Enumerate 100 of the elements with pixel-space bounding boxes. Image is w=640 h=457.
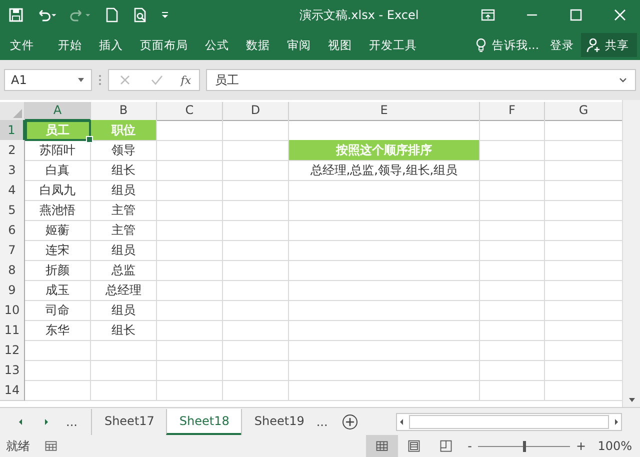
table-cell: 总经理 (91, 280, 157, 301)
row-header[interactable]: 14 (0, 380, 25, 401)
scrollbar-thumb[interactable] (408, 414, 609, 428)
add-sheet-icon[interactable] (342, 414, 358, 430)
page-break-icon (438, 439, 453, 453)
tell-me-field[interactable]: 告诉我... (492, 38, 539, 52)
column-header[interactable]: C (157, 102, 223, 121)
table-cell (480, 120, 545, 141)
close-icon[interactable] (612, 7, 628, 23)
column-header[interactable]: D (223, 102, 289, 121)
customize-icon[interactable] (160, 10, 170, 20)
ribbon-tab[interactable]: 开始 (58, 38, 82, 52)
print-preview-icon[interactable] (132, 7, 148, 23)
share-button[interactable]: 共享 (581, 33, 637, 57)
row-header[interactable]: 12 (0, 340, 25, 361)
page-icon (406, 439, 421, 453)
column-header[interactable]: E (289, 102, 480, 121)
table-cell: 组长 (91, 320, 157, 341)
ribbon-tab[interactable]: 公式 (205, 38, 229, 52)
row-header[interactable]: 6 (0, 220, 25, 241)
table-cell (25, 340, 91, 361)
new-document-icon[interactable] (104, 7, 120, 23)
table-cell (480, 180, 545, 201)
redo-icon[interactable] (70, 7, 92, 23)
status-text: 就绪 (6, 438, 31, 454)
zoom-slider-thumb[interactable] (522, 440, 526, 452)
zoom-level[interactable]: 100% (592, 439, 632, 453)
table-cell (157, 180, 223, 201)
maximize-icon[interactable] (568, 7, 584, 23)
sign-in-link[interactable]: 登录 (550, 38, 574, 52)
ribbon-tab[interactable]: 文件 (10, 38, 34, 52)
row-header[interactable]: 10 (0, 300, 25, 321)
table-cell: 总经理,总监,领导,组长,组员 (289, 160, 480, 181)
table-cell (480, 240, 545, 261)
table-cell (480, 380, 545, 401)
row-header[interactable]: 4 (0, 180, 25, 201)
person-add-icon (586, 37, 602, 53)
table-cell (480, 280, 545, 301)
table-cell (223, 300, 289, 321)
more-sheets-button[interactable]: ... (316, 414, 328, 428)
table-cell (480, 360, 545, 381)
column-header[interactable]: B (91, 102, 157, 121)
table-cell: 总监 (91, 260, 157, 281)
row-header[interactable]: 9 (0, 280, 25, 301)
zoom-out-button[interactable]: - (468, 439, 472, 453)
table-cell (91, 380, 157, 401)
table-cell (25, 380, 91, 401)
ribbon-tab[interactable]: 开发工具 (369, 38, 417, 52)
table-cell (223, 260, 289, 281)
row-header[interactable]: 2 (0, 140, 25, 161)
table-cell (91, 340, 157, 361)
grip-icon (98, 73, 102, 87)
ribbon-tab[interactable]: 数据 (246, 38, 270, 52)
macro-record-icon[interactable] (44, 439, 58, 453)
column-header[interactable]: F (480, 102, 545, 121)
horizontal-scrollbar[interactable] (396, 412, 622, 430)
more-sheets-button[interactable]: ... (66, 414, 78, 428)
table-cell (91, 360, 157, 381)
expand-icon (619, 76, 627, 84)
table-cell (157, 140, 223, 161)
save-icon[interactable] (8, 7, 24, 23)
column-header[interactable]: A (25, 102, 91, 121)
table-cell (157, 160, 223, 181)
row-header[interactable]: 7 (0, 240, 25, 261)
table-cell (157, 200, 223, 221)
row-header[interactable]: 3 (0, 160, 25, 181)
table-cell (480, 340, 545, 361)
table-cell (223, 380, 289, 401)
formula-input[interactable]: 员工 (206, 69, 636, 91)
sheet-tab[interactable]: Sheet18 (166, 408, 242, 434)
insert-function-button[interactable]: fx (180, 74, 192, 86)
ribbon-tab[interactable]: 审阅 (287, 38, 311, 52)
undo-icon[interactable] (36, 7, 58, 23)
table-cell: 按照这个顺序排序 (289, 140, 480, 161)
table-cell (157, 120, 223, 141)
table-cell (157, 220, 223, 241)
row-header[interactable]: 11 (0, 320, 25, 341)
ribbon-tab[interactable]: 视图 (328, 38, 352, 52)
column-header[interactable]: G (545, 102, 622, 121)
row-header[interactable]: 13 (0, 360, 25, 381)
table-cell: 成玉 (25, 280, 91, 301)
name-box[interactable]: A1 (4, 69, 92, 91)
corner-triangle-icon (13, 109, 22, 118)
table-cell (223, 340, 289, 361)
row-header[interactable]: 8 (0, 260, 25, 281)
vertical-scrollbar[interactable] (622, 100, 640, 407)
ribbon-tab[interactable]: 页面布局 (140, 38, 188, 52)
ribbon-display-icon[interactable] (480, 7, 496, 23)
row-header[interactable]: 5 (0, 200, 25, 221)
table-cell: 主管 (91, 220, 157, 241)
fill-handle[interactable] (86, 136, 93, 143)
table-cell (25, 360, 91, 381)
table-cell: 东华 (25, 320, 91, 341)
row-header[interactable]: 1 (0, 120, 25, 141)
normal-view-button[interactable] (366, 435, 398, 457)
table-cell (480, 160, 545, 181)
ribbon-tab[interactable]: 插入 (99, 38, 123, 52)
zoom-in-button[interactable]: + (576, 439, 586, 453)
table-cell (157, 300, 223, 321)
table-cell: 主管 (91, 200, 157, 221)
